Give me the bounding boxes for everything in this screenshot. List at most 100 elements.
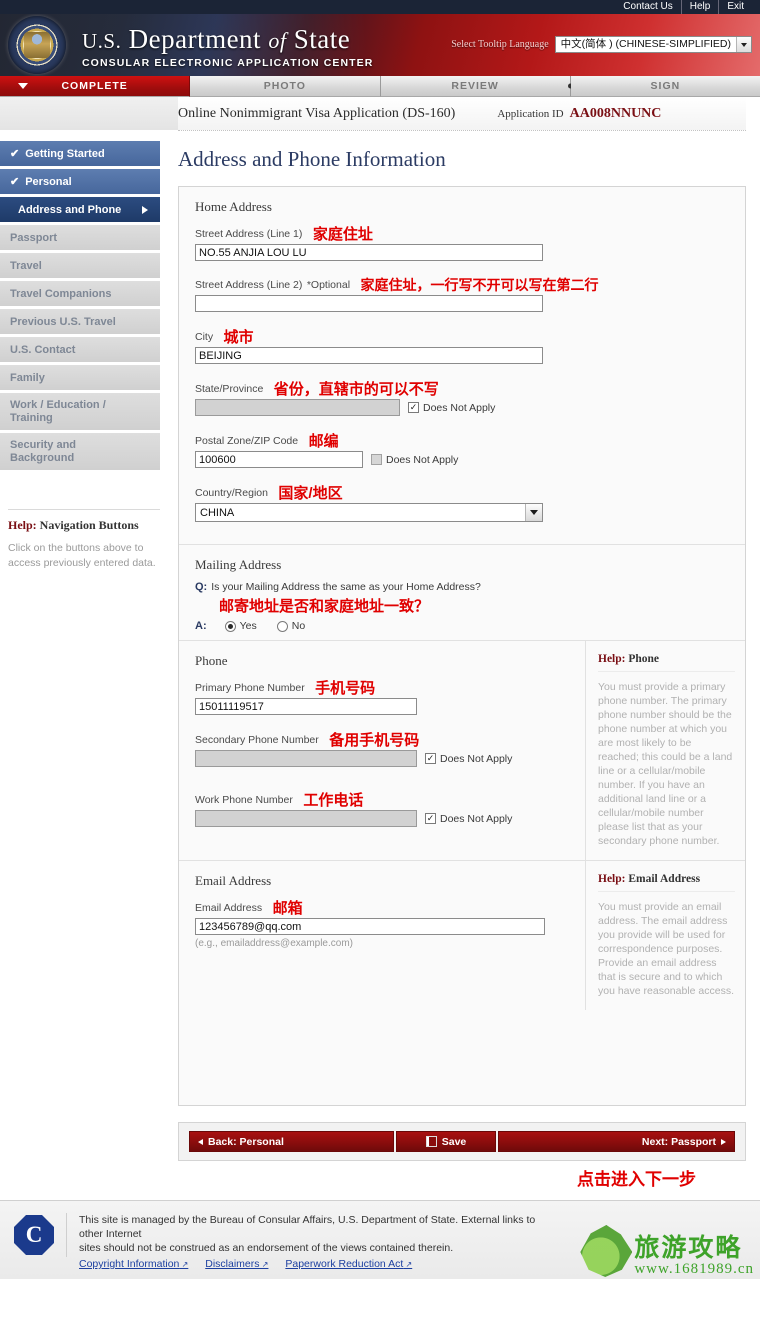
street-address-2-optional: *Optional	[306, 279, 351, 291]
sidebar-item-previous-us-travel[interactable]: Previous U.S. Travel	[0, 309, 160, 335]
sidebar-item-address-and-phone[interactable]: Address and Phone	[0, 197, 160, 223]
sidebar-item-travel-companions[interactable]: Travel Companions	[0, 281, 160, 307]
copyright-information-label: Copyright Information	[79, 1258, 180, 1270]
field-email-address: Email Address 邮箱 (e.g., emailaddress@exa…	[195, 897, 569, 949]
check-icon: ✔	[10, 148, 20, 160]
state-province-input[interactable]	[195, 399, 400, 416]
state-province-annotation: 省份，直辖市的可以不写	[273, 381, 439, 398]
leaf-logo-icon	[580, 1225, 633, 1277]
email-address-input[interactable]	[195, 918, 545, 935]
country-region-select[interactable]: CHINA	[195, 503, 543, 522]
sidebar-item-getting-started[interactable]: ✔ Getting Started	[0, 141, 160, 167]
tab-complete[interactable]: COMPLETE	[0, 76, 191, 97]
secondary-phone-does-not-apply-checkbox[interactable]: ✓ Does Not Apply	[425, 753, 512, 765]
postal-code-input[interactable]	[195, 451, 363, 468]
city-annotation: 城市	[223, 329, 254, 346]
help-link[interactable]: Help	[680, 0, 719, 14]
email-help-title: Help: Email Address	[598, 873, 735, 892]
copyright-information-link[interactable]: Copyright Information ↗	[79, 1258, 188, 1270]
sidebar-item-security-and-background[interactable]: Security and Background	[0, 433, 160, 471]
footer-links: Copyright Information ↗ Disclaimers ↗ Pa…	[79, 1257, 549, 1272]
sidebar-item-label: Family	[10, 371, 45, 384]
footer-text-line1: This site is managed by the Bureau of Co…	[79, 1214, 536, 1240]
email-help-title-rest: Email Address	[625, 873, 701, 885]
state-does-not-apply-label: Does Not Apply	[423, 401, 496, 414]
disclaimers-link[interactable]: Disclaimers ↗	[205, 1258, 268, 1270]
tooltip-language-label: Select Tooltip Language	[451, 39, 549, 50]
tooltip-language-value: 中文(简体 ) (CHINESE-SIMPLIFIED)	[560, 38, 731, 50]
secondary-phone-input[interactable]	[195, 750, 417, 767]
chevron-down-icon[interactable]	[736, 37, 751, 52]
section-email: Email Address Email Address 邮箱 (e.g., em…	[179, 861, 745, 1010]
checkbox-checked-icon: ✓	[425, 813, 436, 824]
sidebar-item-personal[interactable]: ✔ Personal	[0, 169, 160, 195]
sidebar-item-label: Passport	[10, 231, 58, 244]
chevron-down-icon[interactable]	[525, 504, 542, 521]
email-address-hint: (e.g., emailaddress@example.com)	[195, 938, 353, 949]
page-title: Address and Phone Information	[178, 147, 446, 171]
primary-phone-input[interactable]	[195, 698, 417, 715]
sidebar-item-label-line2: Training	[10, 411, 53, 424]
country-region-label: Country/Region	[195, 487, 268, 499]
radio-unselected-icon	[276, 620, 288, 632]
tab-sign[interactable]: SIGN	[570, 76, 760, 97]
sidebar-item-family[interactable]: Family	[0, 365, 160, 391]
tab-review[interactable]: REVIEW	[380, 76, 573, 97]
footer-text: This site is managed by the Bureau of Co…	[79, 1213, 549, 1272]
application-title: Online Nonimmigrant Visa Application (DS…	[178, 105, 456, 121]
sidebar-item-us-contact[interactable]: U.S. Contact	[0, 337, 160, 363]
contact-us-link[interactable]: Contact Us	[615, 0, 680, 14]
tooltip-language-select[interactable]: 中文(简体 ) (CHINESE-SIMPLIFIED)	[554, 36, 752, 53]
street-address-2-input[interactable]	[195, 295, 543, 312]
sidebar-item-label: Address and Phone	[18, 203, 122, 216]
work-phone-label: Work Phone Number	[195, 794, 293, 806]
sidebar-item-label-line2: Background	[10, 451, 75, 464]
state-province-label: State/Province	[195, 383, 264, 395]
mailing-same-yes-radio[interactable]: Yes	[224, 620, 257, 632]
section-mailing-address: Mailing Address Q: Is your Mailing Addre…	[179, 545, 745, 641]
back-button[interactable]: Back: Personal	[189, 1131, 394, 1152]
watermark: 旅游攻略 www.1681989.cn	[580, 1225, 754, 1277]
sidebar-item-work-education-training[interactable]: Work / Education / Training	[0, 393, 160, 431]
phone-help-body: You must provide a primary phone number.…	[598, 681, 733, 847]
field-secondary-phone: Secondary Phone Number 备用手机号码 ✓ Does Not…	[195, 729, 569, 767]
tab-photo[interactable]: PHOTO	[190, 76, 381, 97]
mailing-same-yes-label: Yes	[239, 620, 257, 632]
work-phone-does-not-apply-checkbox[interactable]: ✓ Does Not Apply	[425, 813, 512, 825]
radio-selected-icon	[224, 620, 236, 632]
wordmark-us: U.S.	[82, 29, 122, 53]
save-button[interactable]: Save	[396, 1131, 496, 1152]
checkbox-unchecked-icon	[371, 454, 382, 465]
paperwork-reduction-act-link[interactable]: Paperwork Reduction Act ↗	[285, 1258, 412, 1270]
checkbox-checked-icon: ✓	[408, 402, 419, 413]
check-icon: ✔	[10, 176, 20, 188]
email-fields: Email Address Email Address 邮箱 (e.g., em…	[179, 861, 585, 1010]
work-phone-input[interactable]	[195, 810, 417, 827]
field-postal-code: Postal Zone/ZIP Code 邮编 Does Not Apply	[195, 430, 729, 468]
postal-does-not-apply-checkbox[interactable]: Does Not Apply	[371, 454, 458, 466]
external-link-icon: ↗	[259, 1260, 269, 1269]
sidebar-item-travel[interactable]: Travel	[0, 253, 160, 279]
email-help-title-prefix: Help:	[598, 873, 626, 885]
email-address-label: Email Address	[195, 902, 263, 914]
next-button[interactable]: Next: Passport	[498, 1131, 735, 1152]
tab-sign-label: SIGN	[650, 80, 681, 92]
mailing-same-no-radio[interactable]: No	[276, 620, 305, 632]
street-address-1-input[interactable]	[195, 244, 543, 261]
breadcrumb: Online Nonimmigrant Visa Application (DS…	[178, 97, 746, 131]
exit-link[interactable]: Exit	[718, 0, 752, 14]
city-input[interactable]	[195, 347, 543, 364]
field-state-province: State/Province 省份，直辖市的可以不写 ✓ Does Not Ap…	[195, 378, 729, 416]
external-link-icon: ↗	[179, 1260, 189, 1269]
sidebar-item-passport[interactable]: Passport	[0, 225, 160, 251]
city-label: City	[195, 331, 214, 343]
sidebar-item-label: Travel	[10, 259, 42, 272]
state-does-not-apply-checkbox[interactable]: ✓ Does Not Apply	[408, 402, 495, 414]
country-region-annotation: 国家/地区	[278, 485, 343, 502]
wordmark-department: Department	[128, 24, 262, 54]
sidebar-item-label: Previous U.S. Travel	[10, 315, 116, 328]
form-card: Home Address Street Address (Line 1) 家庭住…	[178, 186, 746, 1106]
next-button-annotation: 点击进入下一步	[577, 1170, 696, 1189]
section-title-home-address: Home Address	[195, 199, 272, 214]
email-address-annotation: 邮箱	[272, 900, 303, 917]
